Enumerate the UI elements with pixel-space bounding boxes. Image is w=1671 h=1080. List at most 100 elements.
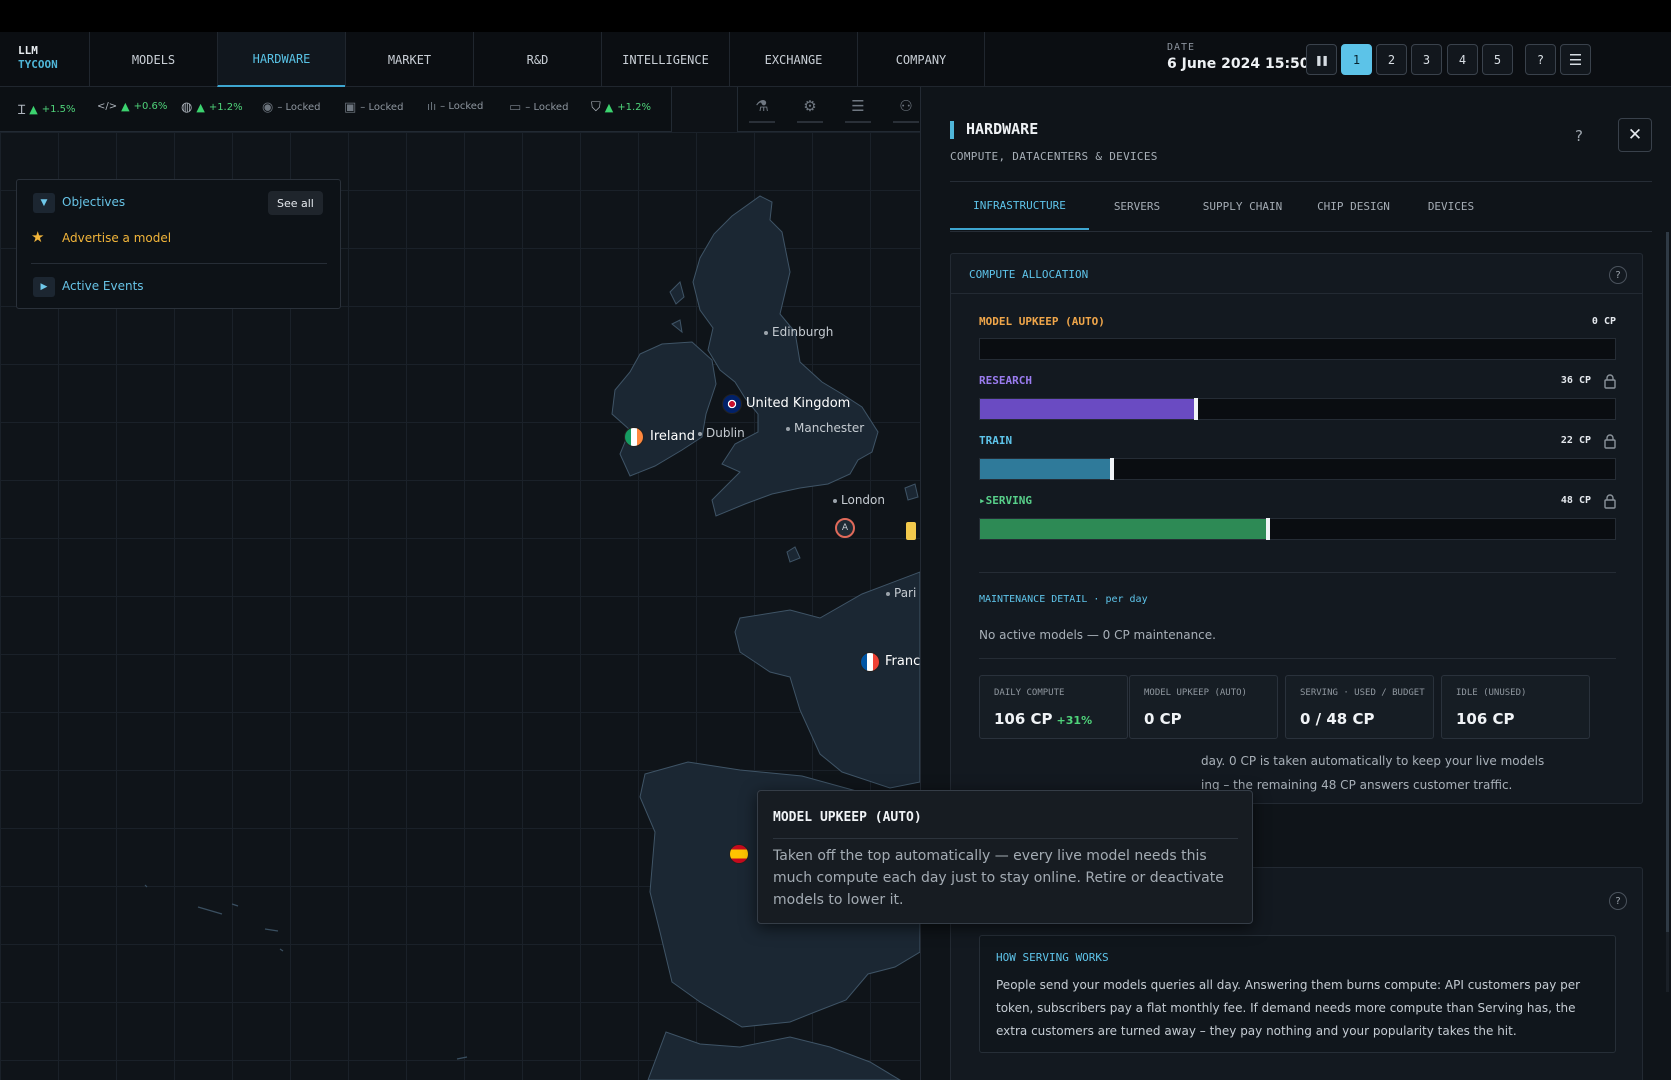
chevron-right-icon[interactable]: ▶	[33, 277, 55, 297]
stat-web[interactable]: ◍ ▲ +1.2%	[181, 100, 243, 115]
speed-1-button[interactable]: 1	[1341, 44, 1372, 75]
top-nav: LLM TYCOON MODELS HARDWARE MARKET R&D IN…	[0, 32, 1671, 87]
help-icon[interactable]: ?	[1609, 892, 1627, 910]
event-marker[interactable]	[906, 522, 916, 540]
stat-safety[interactable]: ⛉ ▲ +1.2%	[591, 100, 651, 115]
tab-devices[interactable]: DEVICES	[1407, 183, 1495, 230]
pause-icon: ❚❚	[1315, 52, 1328, 67]
video-icon: ▭	[509, 100, 522, 115]
alloc-handle-serving[interactable]	[1266, 518, 1270, 540]
country-label-ireland[interactable]: Ireland	[650, 429, 695, 444]
how-serving-text: People send your models queries all day.…	[996, 978, 1581, 1038]
city-label-paris[interactable]: Pari	[886, 586, 916, 600]
metric-value: 106 CP	[1456, 710, 1515, 728]
star-icon: ★	[31, 228, 45, 246]
divider	[31, 263, 327, 264]
maintenance-text: No active models — 0 CP maintenance.	[979, 628, 1216, 642]
active-events-title[interactable]: Active Events	[62, 279, 144, 293]
alloc-label-train[interactable]: TRAIN	[979, 434, 1012, 447]
chip-icon[interactable]: ⚙	[797, 97, 823, 123]
alloc-fill-serving	[980, 519, 1268, 539]
menu-button[interactable]: ☰	[1560, 44, 1591, 75]
help-button[interactable]: ?	[1525, 44, 1556, 75]
tab-chip-design[interactable]: CHIP DESIGN	[1300, 183, 1407, 230]
speed-3-button[interactable]: 3	[1411, 44, 1442, 75]
window-top-strip	[0, 0, 1671, 32]
alloc-label-serving[interactable]: ▸SERVING	[979, 494, 1032, 507]
logo-line-1: LLM	[18, 44, 38, 57]
alloc-label-research[interactable]: RESEARCH	[979, 374, 1032, 387]
stat-image[interactable]: ▣ – Locked	[344, 100, 403, 115]
chevron-down-icon[interactable]: ▼	[33, 193, 55, 213]
scrollbar-thumb[interactable]	[1666, 232, 1669, 932]
tab-servers[interactable]: SERVERS	[1089, 183, 1185, 230]
alloc-track-upkeep[interactable]	[979, 338, 1616, 360]
alloc-label-upkeep[interactable]: MODEL UPKEEP (AUTO)	[979, 315, 1105, 328]
stat-vision[interactable]: ◉ – Locked	[262, 100, 320, 115]
city-label-dublin[interactable]: Dublin	[698, 426, 745, 440]
help-icon[interactable]: ?	[1609, 266, 1627, 284]
speed-2-button[interactable]: 2	[1376, 44, 1407, 75]
see-all-button[interactable]: See all	[268, 191, 323, 215]
people-icon[interactable]: ⚇	[893, 97, 919, 123]
stat-video[interactable]: ▭ – Locked	[509, 100, 568, 115]
datacenter-marker[interactable]: A	[835, 518, 855, 538]
metric-value: 106 CP +31%	[994, 710, 1092, 728]
stat-code[interactable]: </> ▲ +0.6%	[97, 100, 167, 113]
city-label-london[interactable]: London	[833, 493, 885, 507]
city-label-edinburgh[interactable]: Edinburgh	[764, 325, 833, 339]
flask-icon[interactable]: ⚗	[749, 97, 775, 123]
sliders-icon[interactable]: ☰	[845, 97, 871, 123]
stat-audio[interactable]: ılı – Locked	[427, 100, 483, 113]
help-icon[interactable]: ?	[1575, 127, 1583, 145]
alloc-track-research[interactable]	[979, 398, 1616, 420]
alloc-track-train[interactable]	[979, 458, 1616, 480]
stat-code-value: +0.6%	[133, 101, 168, 112]
objectives-title[interactable]: Objectives	[62, 195, 125, 209]
alloc-value-research: 36 CP	[1560, 375, 1591, 386]
shield-icon: ⛉	[591, 100, 601, 115]
ireland-flag-icon[interactable]	[624, 427, 644, 447]
metric-label: MODEL UPKEEP (AUTO)	[1144, 688, 1247, 698]
nav-tab-company[interactable]: COMPANY	[857, 32, 985, 87]
map-tools: ⚗ ⚙ ☰ ⚇	[737, 87, 922, 132]
nav-tab-hardware[interactable]: HARDWARE	[217, 32, 345, 87]
spain-flag-icon[interactable]	[729, 844, 749, 864]
city-dot	[786, 426, 790, 431]
app-logo[interactable]: LLM TYCOON	[18, 44, 58, 72]
nav-tab-market[interactable]: MARKET	[345, 32, 473, 87]
nav-tab-exchange[interactable]: EXCHANGE	[729, 32, 857, 87]
country-label-uk[interactable]: United Kingdom	[746, 396, 850, 411]
tab-infrastructure[interactable]: INFRASTRUCTURE	[950, 183, 1089, 230]
france-flag-icon[interactable]	[860, 652, 880, 672]
close-icon: ✕	[1627, 125, 1643, 145]
lock-icon[interactable]	[1603, 373, 1617, 389]
objective-item[interactable]: Advertise a model	[62, 231, 171, 245]
metric-change: +31%	[1056, 714, 1093, 727]
nav-tab-models[interactable]: MODELS	[89, 32, 217, 87]
tab-supply-chain[interactable]: SUPPLY CHAIN	[1185, 183, 1300, 230]
pause-button[interactable]: ❚❚	[1306, 44, 1337, 75]
uk-flag-icon[interactable]	[722, 394, 742, 414]
divider	[979, 658, 1616, 659]
date-display: DATE 6 June 2024 15:50	[1167, 42, 1310, 72]
country-label-france[interactable]: Franc	[885, 654, 920, 669]
nav-tab-intelligence[interactable]: INTELLIGENCE	[601, 32, 729, 87]
speed-5-button[interactable]: 5	[1482, 44, 1513, 75]
nav-tab-rnd[interactable]: R&D	[473, 32, 601, 87]
speed-4-button[interactable]: 4	[1447, 44, 1478, 75]
city-label-manchester[interactable]: Manchester	[786, 421, 864, 435]
lock-icon[interactable]	[1603, 433, 1617, 449]
close-button[interactable]: ✕	[1618, 118, 1652, 152]
lock-icon[interactable]	[1603, 493, 1617, 509]
alloc-track-serving[interactable]	[979, 518, 1616, 540]
metric-label: DAILY COMPUTE	[994, 688, 1065, 698]
alloc-handle-research[interactable]	[1194, 398, 1198, 420]
stat-text[interactable]: Ɪ ▲ +1.5%	[18, 100, 76, 119]
card-header: COMPUTE ALLOCATION ?	[951, 254, 1642, 294]
alloc-handle-train[interactable]	[1110, 458, 1114, 480]
divider	[979, 572, 1616, 573]
city-name: Manchester	[794, 421, 865, 435]
stat-web-value: +1.2%	[208, 102, 243, 113]
up-arrow-icon: ▲	[29, 102, 38, 116]
